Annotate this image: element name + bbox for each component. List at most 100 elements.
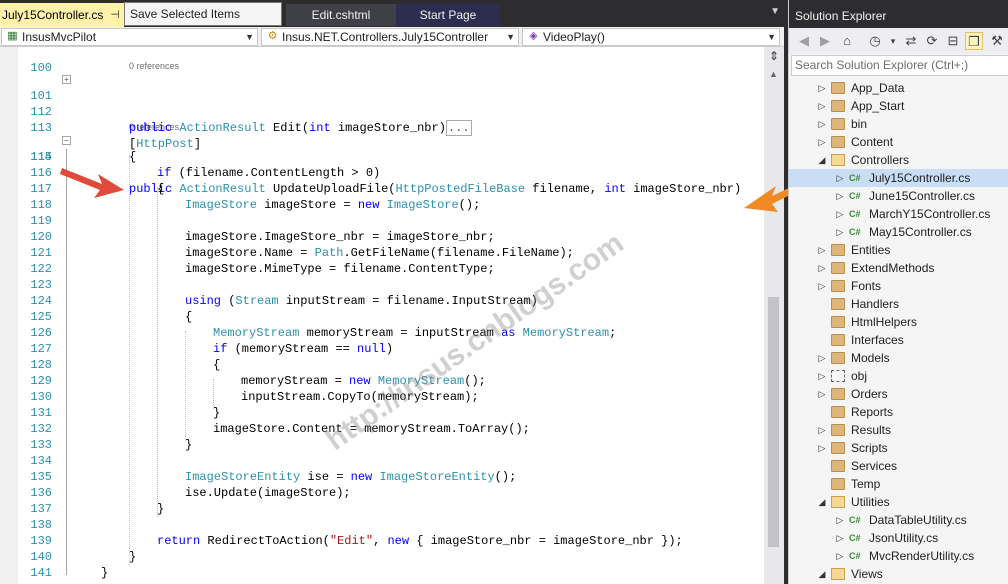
- expand-arrow-icon[interactable]: ▷: [835, 223, 845, 241]
- tree-item[interactable]: HtmlHelpers: [789, 313, 1008, 331]
- tree-item-label: JsonUtility.cs: [869, 531, 939, 545]
- collapse-all-icon[interactable]: ⊟: [944, 32, 962, 50]
- tree-item[interactable]: Reports: [789, 403, 1008, 421]
- folder-icon: [831, 334, 845, 346]
- tree-item[interactable]: ◢ Controllers: [789, 151, 1008, 169]
- expand-arrow-icon[interactable]: ▷: [817, 115, 827, 133]
- tree-item[interactable]: ▷ Fonts: [789, 277, 1008, 295]
- tree-item[interactable]: ▷ ExtendMethods: [789, 259, 1008, 277]
- collapse-arrow-icon[interactable]: ◢: [817, 151, 827, 169]
- code-editor[interactable]: 0 references 0 references 100 101 + publ…: [0, 47, 764, 584]
- tree-item-label: Utilities: [851, 495, 890, 509]
- code-line: 118 ImageStore imageStore = new ImageStor…: [18, 197, 764, 213]
- expand-arrow-icon[interactable]: ▷: [817, 439, 827, 457]
- expand-arrow-icon[interactable]: ▷: [817, 277, 827, 295]
- tree-item[interactable]: ▷ bin: [789, 115, 1008, 133]
- line-number: 136: [30, 486, 52, 500]
- expand-arrow-icon[interactable]: ▷: [835, 547, 845, 565]
- expand-arrow-icon[interactable]: ▷: [817, 241, 827, 259]
- pin-icon[interactable]: ⊣: [110, 3, 120, 27]
- folder-open-icon: [831, 154, 845, 166]
- expand-arrow-icon[interactable]: ▷: [817, 349, 827, 367]
- tree-item-label: ExtendMethods: [851, 261, 935, 275]
- tree-item[interactable]: Services: [789, 457, 1008, 475]
- tab-start-page[interactable]: Start Page: [396, 4, 500, 26]
- chevron-down-icon[interactable]: ▾: [884, 32, 902, 50]
- code-text: {: [129, 150, 137, 164]
- tab-overflow-icon[interactable]: ▼: [770, 6, 780, 17]
- tree-item[interactable]: Handlers: [789, 295, 1008, 313]
- scrollbar-thumb[interactable]: [768, 297, 779, 547]
- expand-arrow-icon[interactable]: ▷: [835, 169, 845, 187]
- tab-july15controller[interactable]: July15Controller.cs ⊣: [0, 3, 124, 27]
- tree-item[interactable]: ▷ C# May15Controller.cs: [789, 223, 1008, 241]
- tree-item[interactable]: ▷ C# July15Controller.cs: [789, 169, 1008, 187]
- tree-item[interactable]: ▷ C# MarchY15Controller.cs: [789, 205, 1008, 223]
- tree-item[interactable]: ▷ Content: [789, 133, 1008, 151]
- tree-item-label: Interfaces: [851, 333, 904, 347]
- class-dropdown[interactable]: ⚙ Insus.NET.Controllers.July15Controller…: [261, 28, 519, 46]
- tree-item[interactable]: Interfaces: [789, 331, 1008, 349]
- pending-changes-icon[interactable]: ⇄: [902, 32, 920, 50]
- expand-arrow-icon[interactable]: ▷: [817, 79, 827, 97]
- tree-item[interactable]: ▷ Orders: [789, 385, 1008, 403]
- refresh-icon[interactable]: ⟳: [923, 32, 941, 50]
- tree-item[interactable]: ▷ obj: [789, 367, 1008, 385]
- expand-arrow-icon[interactable]: ▷: [817, 259, 827, 277]
- line-number: 139: [30, 534, 52, 548]
- tree-item[interactable]: ▷ Scripts: [789, 439, 1008, 457]
- solution-tree[interactable]: ▷ App_Data ▷ App_Start ▷ bin ▷ Content ◢ Controll…: [789, 79, 1008, 584]
- scroll-up-icon[interactable]: ▲: [769, 69, 778, 79]
- tab-edit-cshtml[interactable]: Edit.cshtml: [286, 4, 396, 26]
- expand-arrow-icon[interactable]: ▷: [835, 529, 845, 547]
- expand-outline-icon[interactable]: +: [62, 75, 71, 84]
- editor-vertical-scrollbar[interactable]: ⇕ ▲: [764, 47, 784, 584]
- line-number: 140: [30, 550, 52, 564]
- split-editor-icon[interactable]: ⇕: [767, 49, 781, 63]
- expand-arrow-icon[interactable]: ▷: [817, 97, 827, 115]
- properties-icon[interactable]: ⚒: [988, 32, 1006, 50]
- line-number: 141: [30, 566, 52, 580]
- collapse-arrow-icon[interactable]: ◢: [817, 493, 827, 511]
- tree-item[interactable]: ▷ C# JsonUtility.cs: [789, 529, 1008, 547]
- code-text: imageStore.ImageStore_nbr = imageStore_n…: [185, 230, 495, 244]
- expand-arrow-icon[interactable]: ▷: [817, 421, 827, 439]
- tree-item[interactable]: ◢ Views: [789, 565, 1008, 583]
- tree-item[interactable]: ▷ App_Start: [789, 97, 1008, 115]
- forward-icon[interactable]: ▶: [816, 32, 834, 50]
- tree-item[interactable]: Temp: [789, 475, 1008, 493]
- tree-item[interactable]: ▷ C# June15Controller.cs: [789, 187, 1008, 205]
- history-icon[interactable]: ◷: [866, 32, 884, 50]
- line-number: 126: [30, 326, 52, 340]
- back-icon[interactable]: ◀: [795, 32, 813, 50]
- tree-item[interactable]: ◢ Utilities: [789, 493, 1008, 511]
- tree-item[interactable]: ▷ Entities: [789, 241, 1008, 259]
- solution-explorer-search-input[interactable]: Search Solution Explorer (Ctrl+;): [791, 55, 1008, 76]
- tree-item-label: HtmlHelpers: [851, 315, 918, 329]
- expand-arrow-icon[interactable]: ▷: [817, 133, 827, 151]
- collapse-arrow-icon[interactable]: ◢: [817, 565, 827, 583]
- csharp-file-icon: C#: [849, 227, 861, 237]
- expand-arrow-icon[interactable]: ▷: [817, 367, 827, 385]
- tree-item[interactable]: ▷ Models: [789, 349, 1008, 367]
- expand-arrow-icon[interactable]: ▷: [835, 511, 845, 529]
- code-text: using (Stream inputStream = filename.Inp…: [185, 294, 538, 308]
- tree-item[interactable]: ▷ App_Data: [789, 79, 1008, 97]
- expand-arrow-icon[interactable]: ▷: [817, 385, 827, 403]
- home-icon[interactable]: ⌂: [838, 32, 856, 50]
- code-line: 141}: [18, 565, 764, 581]
- tree-item[interactable]: ▷ C# MvcRenderUtility.cs: [789, 547, 1008, 565]
- codelens-references[interactable]: 0 references: [129, 60, 179, 72]
- collapse-outline-icon[interactable]: −: [62, 136, 71, 145]
- show-all-files-icon[interactable]: ❐: [965, 32, 983, 50]
- code-area[interactable]: 0 references 0 references 100 101 + publ…: [18, 47, 764, 584]
- code-line: 122 imageStore.MimeType = filename.Conten…: [18, 261, 764, 277]
- expand-arrow-icon[interactable]: ▷: [835, 187, 845, 205]
- code-line: 116 if (filename.ContentLength > 0): [18, 165, 764, 181]
- expand-arrow-icon[interactable]: ▷: [835, 205, 845, 223]
- member-dropdown[interactable]: ◈ VideoPlay() ▼: [522, 28, 780, 46]
- code-text: {: [213, 358, 221, 372]
- tree-item[interactable]: ▷ C# DataTableUtility.cs: [789, 511, 1008, 529]
- tree-item[interactable]: ▷ Results: [789, 421, 1008, 439]
- line-number: 115: [30, 150, 52, 164]
